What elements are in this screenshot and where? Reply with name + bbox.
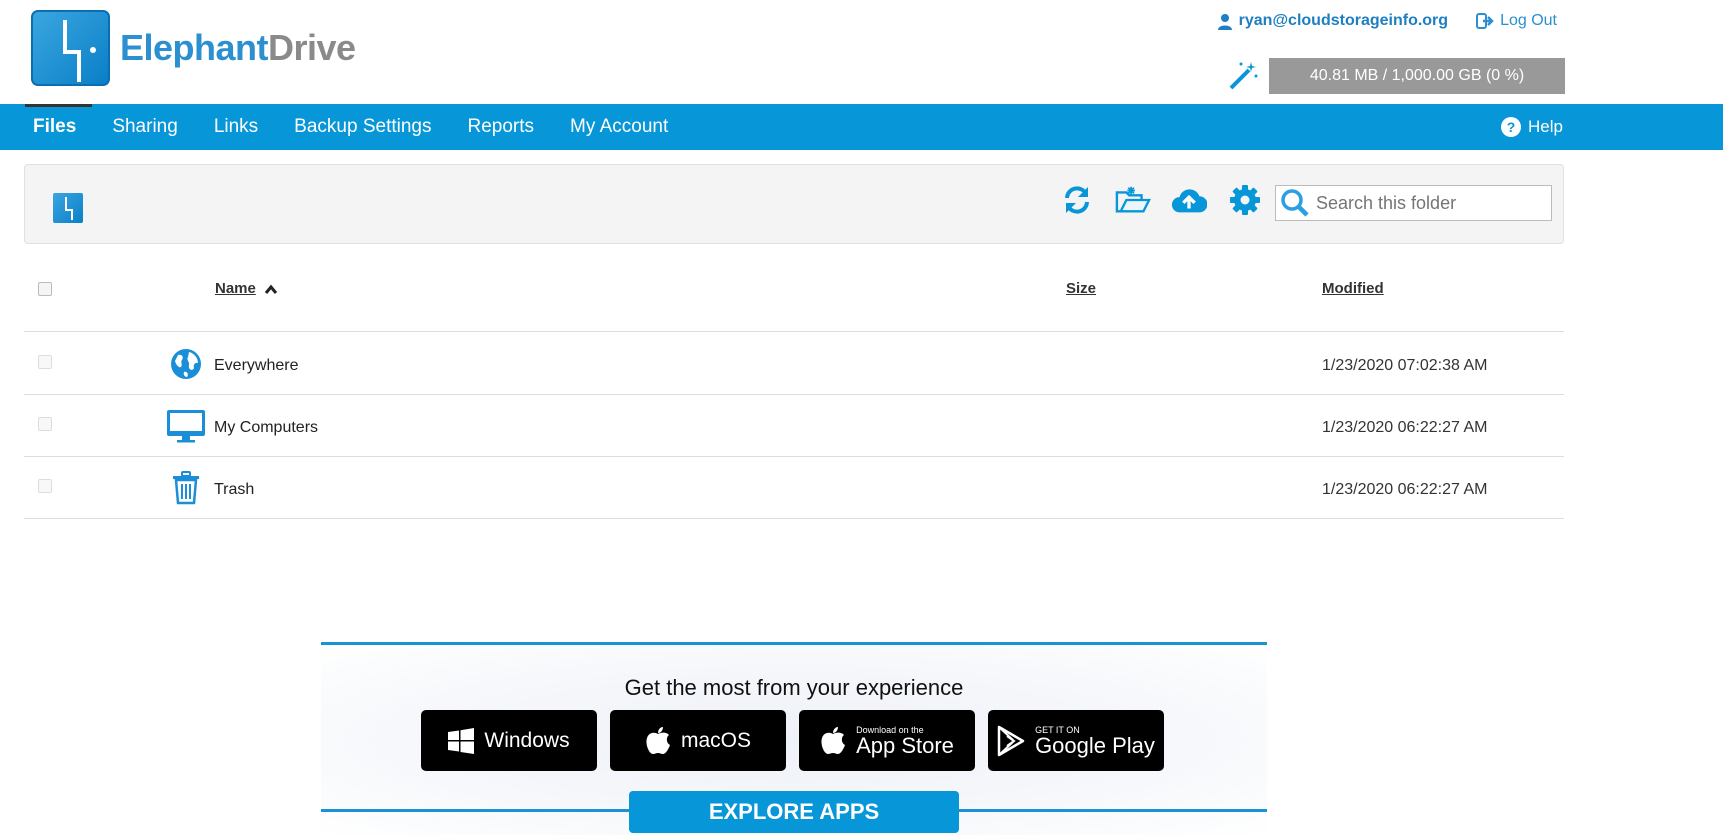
select-all-checkbox[interactable] <box>38 282 52 296</box>
nav-files[interactable]: Files <box>0 104 94 150</box>
nav-files-label: Files <box>33 116 77 137</box>
app-store-badge[interactable]: Download on the App Store <box>799 710 975 771</box>
windows-download-button[interactable]: Windows <box>421 710 597 771</box>
windows-label: Windows <box>484 728 570 752</box>
modified-column-header[interactable]: Modified <box>1322 280 1384 297</box>
logout-icon <box>1476 13 1494 29</box>
apple-icon <box>821 726 846 754</box>
trash-icon <box>166 471 206 505</box>
storage-bar: 40.81 MB / 1,000.00 GB (0 %) <box>1269 58 1565 94</box>
toolbar-actions <box>1059 182 1263 218</box>
name-column-label: Name <box>215 280 256 297</box>
main-nav: Files Sharing Links Backup Settings Repo… <box>0 104 1723 150</box>
row-modified: 1/23/2020 07:02:38 AM <box>1322 357 1488 374</box>
user-account-link[interactable]: ryan@cloudstorageinfo.org <box>1217 12 1448 30</box>
nav-backup-settings[interactable]: Backup Settings <box>276 104 449 150</box>
row-name[interactable]: Trash <box>214 481 254 499</box>
logo-mark-icon <box>31 10 110 86</box>
globe-icon <box>166 347 206 381</box>
name-column-header[interactable]: Name <box>215 280 278 297</box>
explore-apps-label: EXPLORE APPS <box>708 799 880 824</box>
nav-sharing-label: Sharing <box>112 116 178 137</box>
play-store-icon <box>997 725 1025 756</box>
storage-usage-text: 40.81 MB / 1,000.00 GB (0 %) <box>1309 67 1525 84</box>
new-folder-icon[interactable] <box>1115 182 1151 218</box>
storage-usage: 40.81 MB / 1,000.00 GB (0 %) <box>1227 58 1565 94</box>
macos-download-button[interactable]: macOS <box>610 710 786 771</box>
row-checkbox[interactable] <box>38 417 52 431</box>
table-row[interactable]: Everywhere 1/23/2020 07:02:38 AM <box>24 333 1564 395</box>
file-table-header: Name Size Modified <box>24 262 1564 332</box>
nav-backup-settings-label: Backup Settings <box>294 116 432 137</box>
google-play-big-text: Google Play <box>1035 732 1155 758</box>
nav-reports-label: Reports <box>467 116 535 137</box>
row-checkbox[interactable] <box>38 355 52 369</box>
nav-links[interactable]: Links <box>196 104 276 150</box>
row-modified: 1/23/2020 06:22:27 AM <box>1322 419 1488 436</box>
size-column-label: Size <box>1066 280 1097 297</box>
google-play-badge[interactable]: GET IT ON Google Play <box>988 710 1164 771</box>
brand-name: ElephantDrive <box>120 27 356 69</box>
modified-column-label: Modified <box>1322 280 1384 297</box>
macos-label: macOS <box>680 728 751 752</box>
folder-toolbar <box>24 164 1564 244</box>
help-icon: ? <box>1501 117 1522 137</box>
brand-name-part2: Drive <box>268 27 356 68</box>
table-row[interactable]: My Computers 1/23/2020 06:22:27 AM <box>24 395 1564 457</box>
apps-promo: Get the most from your experience Window… <box>321 642 1267 835</box>
monitor-icon <box>166 409 206 443</box>
nav-my-account[interactable]: My Account <box>552 104 686 150</box>
nav-my-account-label: My Account <box>570 116 669 137</box>
windows-icon <box>448 727 475 754</box>
search-icon <box>1281 189 1309 217</box>
brand-name-part1: Elephant <box>120 27 269 68</box>
apple-icon <box>646 726 670 754</box>
upload-icon[interactable] <box>1171 182 1207 218</box>
nav-links-label: Links <box>213 116 259 137</box>
gear-icon[interactable] <box>1227 182 1263 218</box>
logout-link[interactable]: Log Out <box>1476 12 1557 30</box>
row-checkbox[interactable] <box>38 479 52 493</box>
search-box <box>1275 185 1552 221</box>
refresh-icon[interactable] <box>1059 182 1095 218</box>
search-input[interactable] <box>1316 192 1536 214</box>
logout-label: Log Out <box>1500 12 1557 29</box>
root-folder-icon[interactable] <box>53 193 83 223</box>
nav-reports[interactable]: Reports <box>449 104 552 150</box>
promo-title: Get the most from your experience <box>624 675 964 700</box>
svg-text:?: ? <box>1507 119 1516 135</box>
user-area: ryan@cloudstorageinfo.org Log Out <box>1217 12 1557 30</box>
magic-wand-icon[interactable] <box>1227 60 1259 92</box>
size-column-header[interactable]: Size <box>1066 280 1096 297</box>
help-label: Help <box>1528 117 1563 136</box>
table-row[interactable]: Trash 1/23/2020 06:22:27 AM <box>24 457 1564 519</box>
elephantdrive-logo[interactable]: ElephantDrive <box>31 10 356 86</box>
row-name[interactable]: My Computers <box>214 419 318 437</box>
row-modified: 1/23/2020 06:22:27 AM <box>1322 481 1488 498</box>
app-store-big-text: App Store <box>856 732 954 758</box>
store-buttons: Windows macOS Download on the App Store … <box>421 710 1164 771</box>
user-email: ryan@cloudstorageinfo.org <box>1238 12 1449 29</box>
user-icon <box>1217 13 1232 30</box>
explore-apps-button[interactable]: EXPLORE APPS <box>629 791 959 833</box>
help-link[interactable]: ? Help <box>1500 104 1563 150</box>
nav-sharing[interactable]: Sharing <box>94 104 196 150</box>
row-name[interactable]: Everywhere <box>214 357 298 375</box>
sort-ascending-icon <box>264 284 278 294</box>
